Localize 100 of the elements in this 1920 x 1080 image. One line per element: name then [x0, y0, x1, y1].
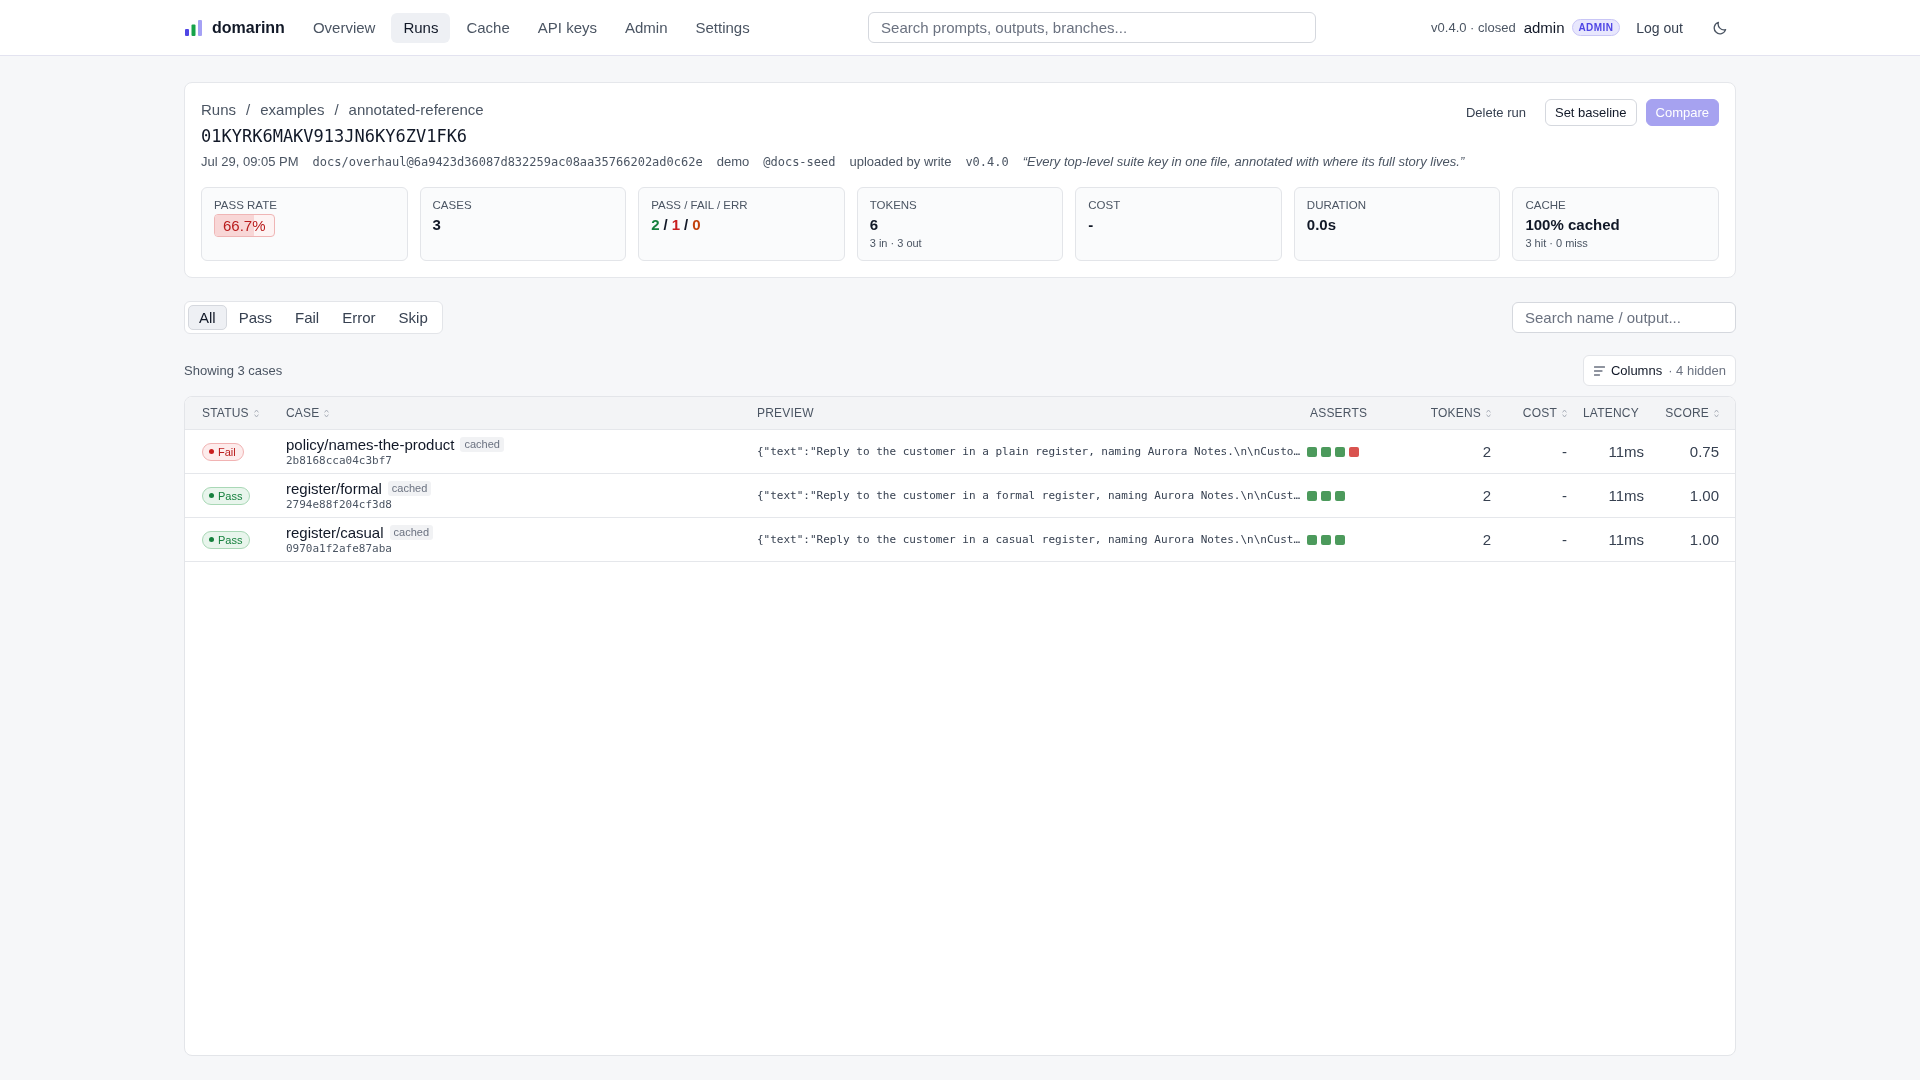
filter-tab[interactable]: Skip [387, 305, 439, 330]
stat-label: COST [1088, 198, 1122, 213]
stat-value-part: / [663, 215, 668, 235]
brand-name[interactable]: domarinn [212, 18, 285, 37]
meta-code: @docs-seed [763, 154, 836, 171]
column-header[interactable]: COST [1499, 397, 1575, 429]
cached-tag: cached [387, 481, 432, 496]
stat-detail: 3 hit · 0 miss [1525, 236, 1589, 251]
search-field[interactable]: Search name / output... [1512, 302, 1736, 333]
table-cell: 1.00 [1689, 487, 1719, 504]
breadcrumb-separator: / [334, 100, 339, 120]
stat-value: 100% cached [1525, 215, 1621, 235]
filter-tab[interactable]: Fail [284, 305, 331, 330]
case-name-link[interactable]: register/casual [286, 523, 384, 542]
version-status: v0.4.0 · closed [1431, 20, 1516, 35]
stat-label: PASS RATE [214, 198, 278, 213]
stat-detail: 3 in · 3 out [869, 236, 923, 251]
column-header[interactable]: STATUS [194, 397, 278, 429]
breadcrumb-current: annotated-reference [348, 100, 484, 120]
search-field[interactable]: Search prompts, outputs, branches... [868, 12, 1317, 43]
stat-label: TOKENS [869, 198, 918, 213]
case-hash: 2b8168cca04c3bf7 [286, 453, 392, 468]
stat-value-part: 1 [671, 215, 680, 235]
stat-value-part: / [684, 215, 689, 235]
cached-tag: cached [460, 437, 504, 452]
sort-icon[interactable] [253, 408, 259, 418]
table-cell: 2 [1482, 443, 1491, 460]
run-description: “Every top-level suite key in one file, annotated with where its full story lives.” [1022, 153, 1465, 171]
breadcrumb-link[interactable]: examples [260, 99, 325, 121]
column-header[interactable]: CASE [278, 397, 749, 429]
table-cell: 2 [1482, 531, 1491, 548]
breadcrumb-separator: / [246, 100, 251, 120]
stat-value: 0.0s [1306, 215, 1338, 235]
table-cell: 1.00 [1689, 531, 1719, 548]
run-id-title: 01KYRK6MAKV913JN6KY6ZV1FK6 [201, 125, 468, 147]
nav-link[interactable]: API keys [525, 12, 609, 43]
link-button[interactable]: Delete run [1456, 99, 1536, 126]
column-header[interactable]: SCORE [1652, 397, 1727, 429]
list-icon [1593, 365, 1605, 376]
table-cell: - [1562, 443, 1567, 460]
status-dot-icon [209, 449, 214, 454]
filter-tab[interactable]: All [188, 305, 227, 330]
nav-link[interactable]: Admin [613, 12, 680, 43]
preview-text: {"text":"Reply to the customer in a formal register, naming Aurora Notes.\n\nCust… [757, 489, 1301, 502]
meta-code: v0.4.0 [965, 154, 1009, 171]
case-name-link[interactable]: register/formal [286, 479, 382, 498]
meta-text: uploaded by write [849, 153, 952, 171]
moon-icon[interactable] [1713, 20, 1727, 35]
stat-label: DURATION [1306, 198, 1368, 213]
table-cell: - [1562, 531, 1567, 548]
column-header[interactable]: LATENCY [1575, 397, 1652, 429]
nav-link[interactable]: Overview [300, 12, 388, 43]
filter-tab[interactable]: Pass [227, 305, 284, 330]
table-cell: 11ms [1608, 487, 1644, 504]
bar-chart-icon [185, 19, 202, 36]
sort-icon[interactable] [1714, 408, 1719, 418]
stat-value-part: 0 [692, 215, 701, 235]
column-header[interactable]: TOKENS [1421, 397, 1499, 429]
status-label: Pass [218, 488, 243, 503]
nav-link[interactable]: Settings [683, 12, 762, 43]
stat-label: CACHE [1525, 198, 1567, 213]
breadcrumb-link[interactable]: Runs [201, 99, 237, 121]
table-cell: - [1562, 487, 1567, 504]
preview-text: {"text":"Reply to the customer in a plain register, naming Aurora Notes.\n\nCusto… [757, 445, 1301, 458]
meta-text: Jul 29, 09:05 PM [201, 153, 299, 171]
columns-button[interactable]: Columns · 4 hidden [1582, 355, 1736, 386]
stat-value-part: 2 [651, 215, 660, 235]
logout-button[interactable]: Log out [1636, 19, 1683, 36]
meta-code: docs/overhaul@6a9423d36087d832259ac08aa35766202ad0c62e [312, 154, 703, 171]
filter-tab[interactable]: Error [331, 305, 387, 330]
stat-value: 6 [869, 215, 880, 235]
sort-icon[interactable] [1562, 408, 1567, 418]
sort-icon[interactable] [1486, 408, 1491, 418]
cached-tag: cached [389, 525, 434, 540]
case-count-text: Showing 3 cases [184, 363, 283, 378]
stat-value: 66.7% [223, 217, 266, 234]
user-name: admin [1523, 19, 1565, 36]
table-cell: 0.75 [1689, 443, 1719, 460]
secondary-button[interactable]: Set baseline [1544, 99, 1637, 126]
table-cell: 11ms [1608, 443, 1644, 460]
nav-link[interactable]: Runs [391, 12, 451, 43]
table-cell: 2 [1482, 487, 1491, 504]
table-cell: 11ms [1608, 531, 1644, 548]
preview-text: {"text":"Reply to the customer in a casual register, naming Aurora Notes.\n\nCust… [757, 533, 1301, 546]
column-header: PREVIEW [756, 405, 815, 422]
status-label: Fail [218, 444, 236, 459]
case-hash: 2794e88f204cf3d8 [286, 497, 392, 512]
status-dot-icon [209, 537, 214, 542]
status-label: Pass [218, 532, 243, 547]
stat-label: CASES [432, 198, 473, 213]
meta-text: demo [716, 153, 750, 171]
case-name-link[interactable]: policy/names-the-product [286, 435, 455, 454]
nav-link[interactable]: Cache [454, 12, 522, 43]
case-hash: 0970a1f2afe87aba [286, 541, 392, 556]
status-dot-icon [209, 493, 214, 498]
stat-value: 3 [432, 215, 442, 235]
column-header: ASSERTS [1309, 405, 1369, 422]
sort-icon[interactable] [324, 408, 330, 418]
role-badge: ADMIN [1571, 19, 1621, 36]
stat-label: PASS / FAIL / ERR [651, 198, 749, 213]
